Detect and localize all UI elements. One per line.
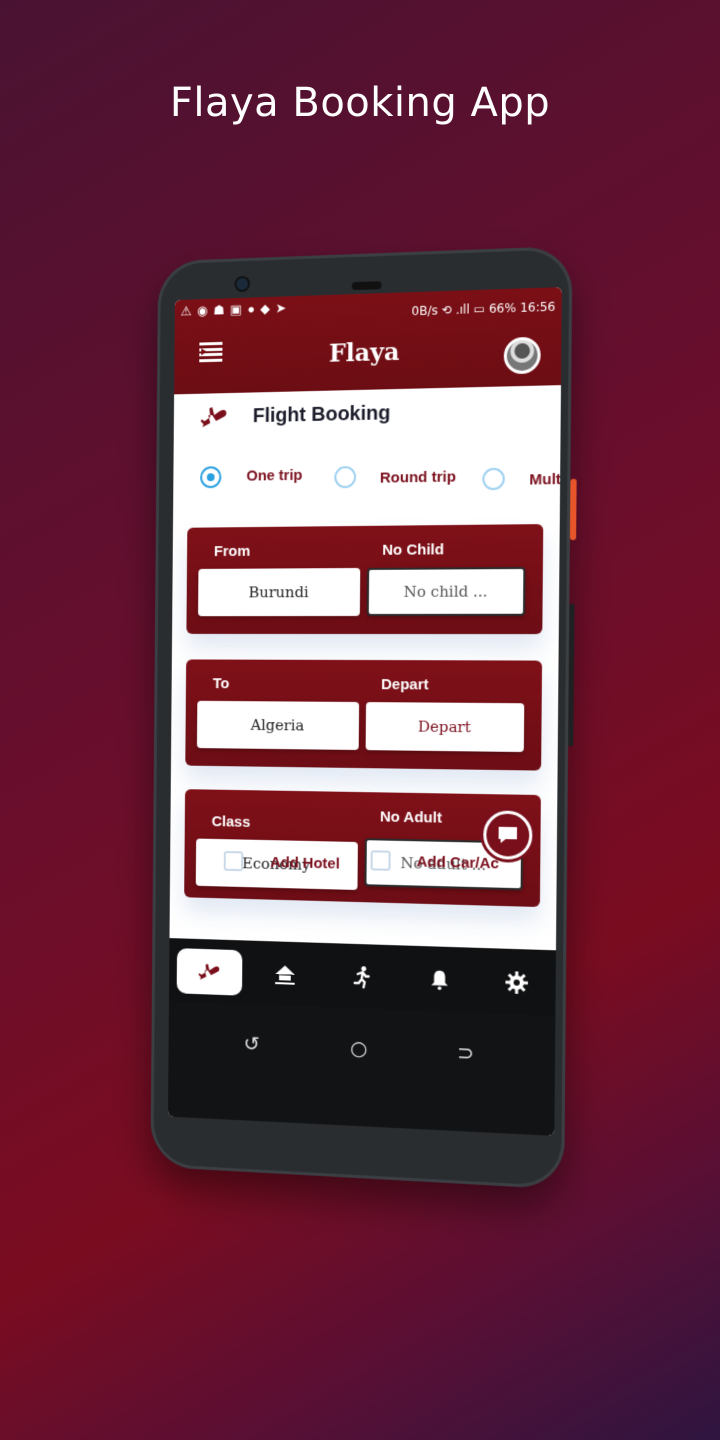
- no-adult-label: No Adult: [379, 808, 443, 827]
- home-icon[interactable]: ○: [350, 1036, 367, 1061]
- from-label: From: [213, 542, 251, 560]
- app-header: ⚠ ◉ ☗ ▣ ● ◆ ➤ 0B/s ⟲ .ıll ▭ 66% 16:56 Fl…: [174, 287, 562, 395]
- radio-label-multi-trip: Mult: [529, 470, 562, 489]
- radio-round-trip[interactable]: [334, 466, 357, 489]
- phone-frame: ⚠ ◉ ☗ ▣ ● ◆ ➤ 0B/s ⟲ .ıll ▭ 66% 16:56 Fl…: [150, 245, 577, 1190]
- nav-hotels[interactable]: [252, 951, 319, 999]
- nav-flights[interactable]: [176, 948, 243, 996]
- airplane-icon: [200, 406, 227, 428]
- front-camera: [234, 275, 251, 293]
- gear-icon: [505, 971, 528, 994]
- system-nav-bar: ↺ ○ ⊃: [167, 1000, 556, 1136]
- nav-settings[interactable]: [482, 958, 552, 1007]
- running-icon: [353, 965, 370, 988]
- radio-label-round-trip: Round trip: [379, 468, 456, 487]
- hotel-icon: [275, 965, 295, 985]
- chat-icon: [498, 826, 518, 844]
- add-car-label: Add Car/Ac: [416, 853, 500, 873]
- add-car-checkbox[interactable]: [370, 850, 391, 871]
- trip-type-group: One trip Round trip Mult: [198, 459, 562, 495]
- depart-label: Depart: [381, 676, 429, 694]
- phone-screen: ⚠ ◉ ☗ ▣ ● ◆ ➤ 0B/s ⟲ .ıll ▭ 66% 16:56 Fl…: [167, 287, 562, 1136]
- radio-multi-trip[interactable]: [482, 467, 505, 491]
- from-card: From No Child Burundi No child ...: [186, 524, 544, 635]
- promo-title: Flaya Booking App: [169, 80, 551, 126]
- add-hotel-checkbox[interactable]: [223, 850, 244, 872]
- recent-apps-icon[interactable]: ↺: [243, 1031, 259, 1055]
- status-icons-right: 0B/s ⟲ .ıll ▭ 66% 16:56: [411, 299, 556, 319]
- to-card: To Depart Algeria Depart: [185, 659, 543, 771]
- section-header: Flight Booking: [199, 397, 391, 433]
- bell-icon: [431, 970, 448, 991]
- radio-label-one-trip: One trip: [246, 466, 303, 485]
- airplane-icon: [198, 963, 220, 981]
- depart-field[interactable]: Depart: [365, 702, 525, 753]
- no-child-field[interactable]: No child ...: [366, 566, 526, 616]
- status-icons-left: ⚠ ◉ ☗ ▣ ● ◆ ➤: [180, 300, 288, 319]
- avatar[interactable]: [503, 336, 541, 375]
- volume-button: [568, 603, 575, 747]
- earpiece-speaker: [351, 281, 382, 291]
- page-title: Flight Booking: [252, 401, 391, 427]
- add-hotel-label: Add Hotel: [270, 854, 340, 873]
- no-child-label: No Child: [382, 541, 445, 559]
- back-icon[interactable]: ⊃: [457, 1040, 474, 1065]
- power-button: [569, 478, 577, 541]
- class-label: Class: [211, 813, 251, 831]
- radio-one-trip[interactable]: [200, 466, 222, 489]
- nav-activities[interactable]: [328, 953, 396, 1001]
- to-label: To: [212, 675, 230, 693]
- to-field[interactable]: Algeria: [196, 700, 360, 751]
- from-field[interactable]: Burundi: [198, 567, 361, 617]
- nav-notifications[interactable]: [405, 956, 474, 1005]
